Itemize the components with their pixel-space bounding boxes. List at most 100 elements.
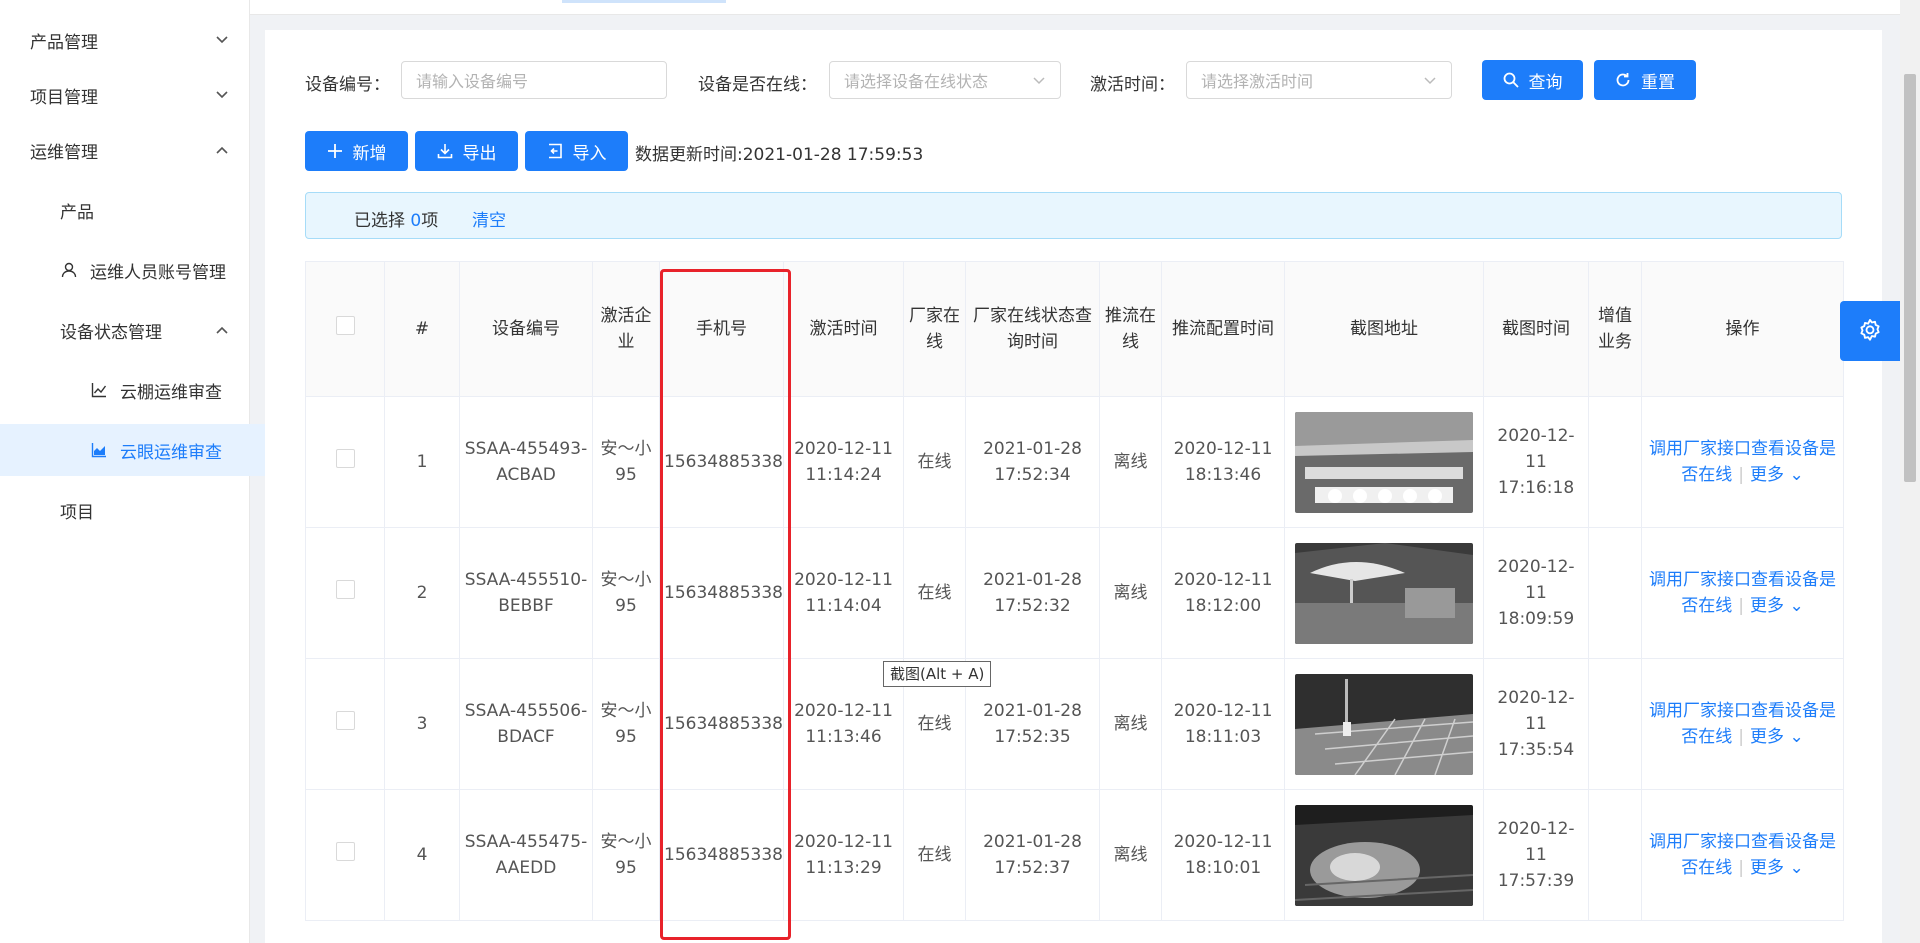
cell-screenshot	[1284, 658, 1484, 790]
menu-label: 云棚运维审查	[120, 382, 222, 403]
divider: |	[1738, 465, 1745, 485]
row-select-cell[interactable]	[305, 527, 385, 659]
cell-stream-config-time: 2020-12-11 18:12:00	[1161, 527, 1285, 659]
chevron-down-icon: ⌄	[1789, 858, 1804, 878]
add-button[interactable]: 新增	[305, 131, 408, 171]
divider: |	[1738, 727, 1745, 747]
menu-ops-management[interactable]: 运维管理	[0, 130, 279, 170]
divider: |	[1738, 858, 1745, 878]
cell-index: 3	[384, 658, 460, 790]
cell-screenshot	[1284, 789, 1484, 921]
cell-value-added	[1588, 527, 1642, 659]
cell-device-no: SSAA-455506-BDACF	[459, 658, 593, 790]
row-checkbox[interactable]	[335, 710, 355, 730]
chevron-down-icon: ⌄	[1789, 727, 1804, 747]
screenshot-thumbnail[interactable]	[1295, 673, 1473, 775]
cell-phone: 15634885338	[659, 396, 784, 528]
row-checkbox[interactable]	[335, 579, 355, 599]
cell-screenshot-time: 2020-12-11 17:16:18	[1483, 396, 1589, 528]
header-device-no: 设备编号	[459, 261, 593, 397]
cell-vendor-online: 在线	[903, 527, 966, 659]
reset-button[interactable]: 重置	[1594, 60, 1696, 100]
device-no-input[interactable]: 请输入设备编号	[401, 61, 667, 99]
export-button-label: 导出	[462, 143, 497, 164]
cell-index: 1	[384, 396, 460, 528]
header-phone: 手机号	[659, 261, 784, 397]
clear-selection-link[interactable]: 清空	[472, 206, 506, 231]
screenshot-thumbnail[interactable]	[1295, 804, 1473, 906]
activate-time-label: 激活时间：	[1090, 75, 1175, 95]
more-dropdown[interactable]: 更多 ⌄	[1750, 465, 1804, 485]
menu-label: 运维人员账号管理	[90, 262, 226, 283]
import-button-label: 导入	[572, 143, 607, 164]
search-icon	[1503, 72, 1519, 88]
search-button[interactable]: 查询	[1482, 60, 1583, 100]
cell-device-no: SSAA-455510-BEBBF	[459, 527, 593, 659]
header-vendor-query-time: 厂家在线状态查询时间	[965, 261, 1100, 397]
import-icon	[548, 143, 562, 159]
cell-activate-time: 2020-12-11 11:14:04	[783, 527, 904, 659]
divider: |	[1738, 596, 1745, 616]
menu-device-status[interactable]: 设备状态管理	[0, 310, 309, 350]
cell-activate-time: 2020-12-11 11:14:24	[783, 396, 904, 528]
cell-screenshot	[1284, 527, 1484, 659]
menu-project[interactable]: 项目	[0, 490, 309, 530]
menu-ops-accounts[interactable]: 运维人员账号管理	[0, 250, 309, 290]
header-ops: 操作	[1641, 261, 1844, 397]
select-all-checkbox[interactable]	[335, 315, 355, 335]
chevron-down-icon	[212, 88, 232, 103]
active-tab-indicator	[562, 0, 726, 3]
cell-stream-config-time: 2020-12-11 18:10:01	[1161, 789, 1285, 921]
export-button[interactable]: 导出	[415, 131, 518, 171]
menu-label: 项目管理	[30, 87, 98, 108]
cell-vendor-online: 在线	[903, 396, 966, 528]
sidebar: 产品管理 项目管理 运维管理 产品 运维人员账号管理 设备状态管理 云棚运维审查…	[0, 0, 339, 943]
menu-label: 产品	[60, 202, 94, 223]
more-dropdown[interactable]: 更多 ⌄	[1750, 727, 1804, 747]
settings-button[interactable]	[1840, 301, 1900, 361]
menu-project-management[interactable]: 项目管理	[0, 75, 279, 115]
cell-ops: 调用厂家接口查看设备是否在线 | 更多 ⌄	[1641, 658, 1844, 790]
import-button[interactable]: 导入	[525, 131, 628, 171]
cell-value-added	[1588, 789, 1642, 921]
activate-time-select[interactable]: 请选择激活时间	[1186, 61, 1452, 99]
cell-screenshot-time: 2020-12-11 17:35:54	[1483, 658, 1589, 790]
chevron-down-icon	[1033, 77, 1045, 85]
main-card: 设备编号： 请输入设备编号 设备是否在线： 请选择设备在线状态 激活时间： 请选…	[265, 30, 1882, 943]
selection-count: 0	[410, 211, 422, 231]
menu-label: 项目	[60, 502, 94, 523]
online-status-select[interactable]: 请选择设备在线状态	[829, 61, 1061, 99]
menu-label: 运维管理	[30, 142, 98, 163]
row-select-cell[interactable]	[305, 789, 385, 921]
header-screenshot-time: 截图时间	[1483, 261, 1589, 397]
menu-product-management[interactable]: 产品管理	[0, 20, 279, 60]
chevron-up-icon	[212, 143, 232, 158]
more-dropdown[interactable]: 更多 ⌄	[1750, 858, 1804, 878]
header-select-all[interactable]	[305, 261, 385, 397]
screenshot-thumbnail[interactable]	[1295, 542, 1473, 644]
row-checkbox[interactable]	[335, 448, 355, 468]
row-select-cell[interactable]	[305, 658, 385, 790]
chevron-down-icon	[1424, 77, 1436, 85]
more-label: 更多	[1750, 465, 1785, 485]
row-checkbox[interactable]	[335, 841, 355, 861]
cell-ops: 调用厂家接口查看设备是否在线 | 更多 ⌄	[1641, 789, 1844, 921]
selection-prefix: 已选择	[354, 211, 411, 231]
header-index: #	[384, 261, 460, 397]
table-row: 1 SSAA-455493-ACBAD 安～小95 15634885338 20…	[305, 396, 1844, 528]
data-update-time: 数据更新时间:2021-01-28 17:59:53	[635, 145, 924, 165]
row-select-cell[interactable]	[305, 396, 385, 528]
plus-icon	[327, 144, 342, 158]
screenshot-thumbnail[interactable]	[1295, 411, 1473, 513]
gear-icon	[1860, 318, 1880, 341]
cell-stream-config-time: 2020-12-11 18:13:46	[1161, 396, 1285, 528]
menu-label: 设备状态管理	[60, 322, 162, 343]
menu-product[interactable]: 产品	[0, 190, 309, 230]
screenshot-tooltip: 截图(Alt + A)	[883, 661, 992, 687]
more-dropdown[interactable]: 更多 ⌄	[1750, 596, 1804, 616]
cell-device-no: SSAA-455475-AAEDD	[459, 789, 593, 921]
online-status-label: 设备是否在线：	[698, 75, 817, 95]
table-row: 3 SSAA-455506-BDACF 安～小95 15634885338 20…	[305, 658, 1844, 790]
scrollbar-thumb[interactable]	[1904, 74, 1916, 482]
more-label: 更多	[1750, 596, 1785, 616]
